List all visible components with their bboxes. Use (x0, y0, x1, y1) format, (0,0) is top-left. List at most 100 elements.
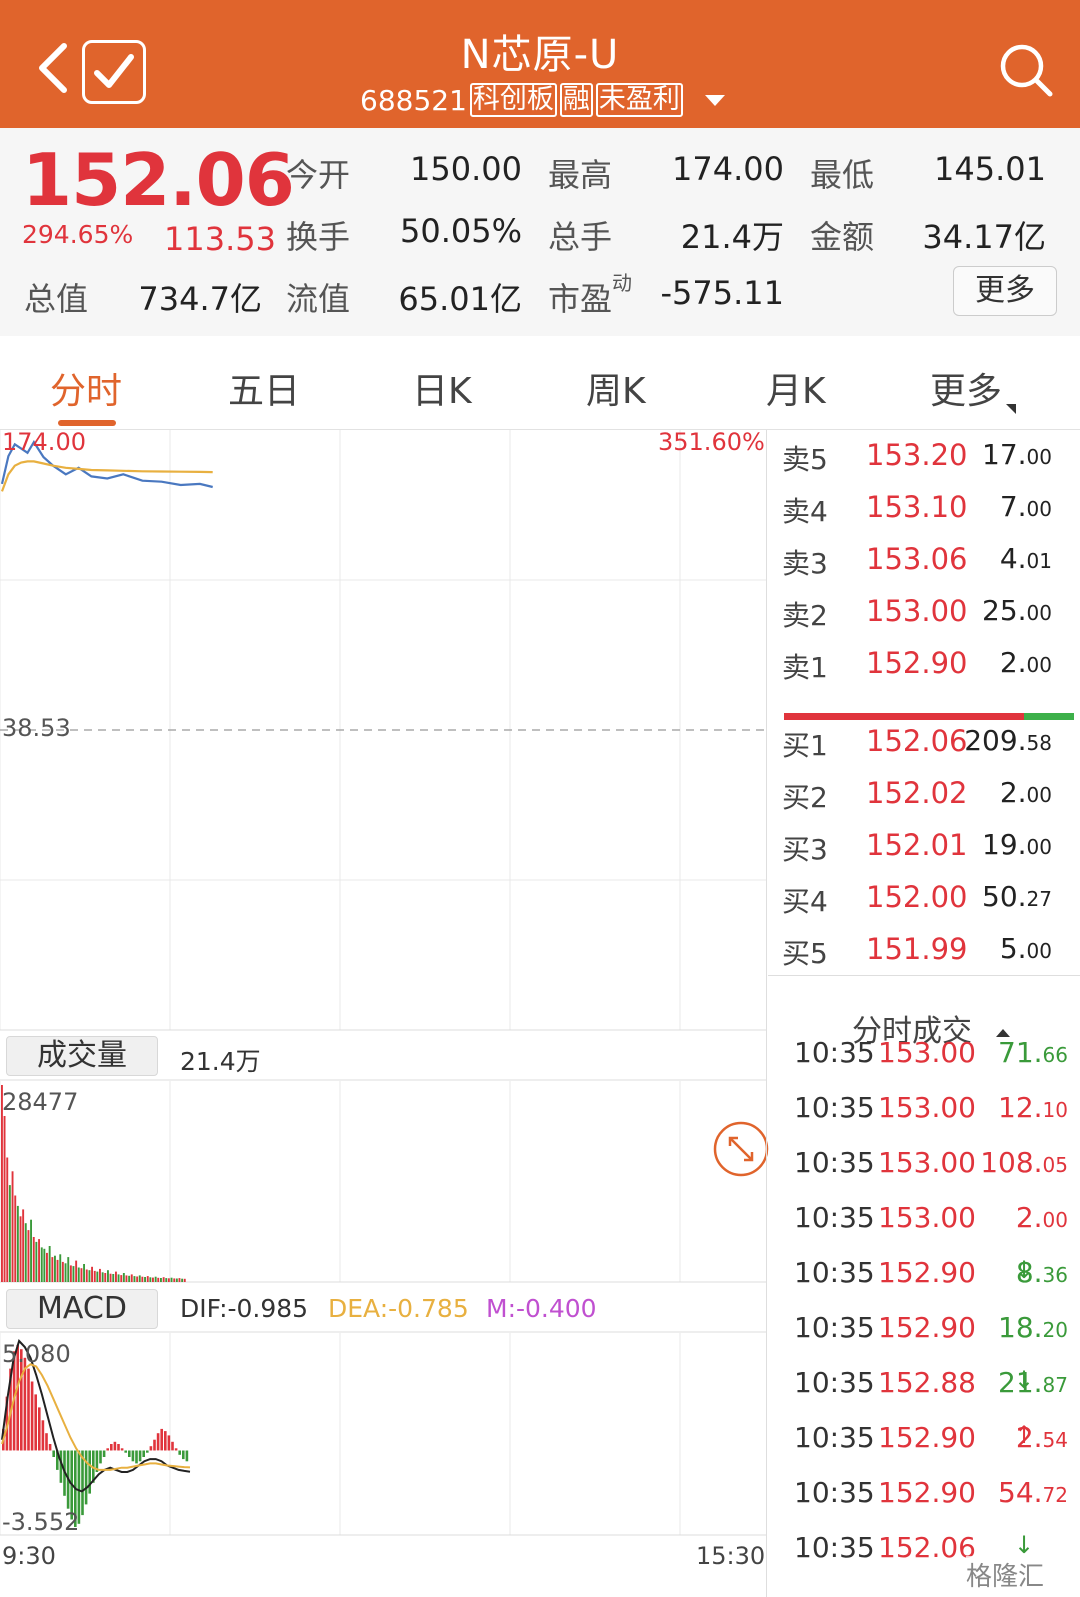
tab-five-day[interactable]: 五日 (228, 362, 300, 414)
volume-total: 21.4万 (180, 1047, 261, 1076)
ask-level-2[interactable]: 卖2 153.00 25.00 (770, 594, 1060, 646)
ask-level-4[interactable]: 卖4 153.10 7.00 (770, 490, 1060, 542)
macd-histogram-bar (99, 1450, 102, 1464)
average-price-line (0, 460, 213, 492)
level-price: 152.01 (866, 828, 968, 862)
volume-bar (75, 1260, 78, 1282)
market-cap-value: 734.7亿 (138, 280, 262, 318)
tick-price: 152.90 (878, 1256, 976, 1289)
level-price: 151.99 (866, 932, 968, 966)
macd-histogram-bar (117, 1444, 120, 1451)
volume-bar (38, 1239, 40, 1282)
tick-volume: 21.87 (998, 1366, 1068, 1399)
tick-price: 152.90 (878, 1421, 976, 1454)
more-quote-button[interactable]: 更多 (953, 266, 1057, 316)
volume-bar (152, 1277, 154, 1282)
badge-star-market: 科创板 (469, 83, 557, 117)
level-price: 152.02 (866, 776, 968, 810)
bid-level-2[interactable]: 买2 152.02 2.00 (770, 776, 1060, 828)
volume-indicator-chip[interactable]: 成交量 (6, 1036, 158, 1076)
tick-price: 153.00 (878, 1201, 976, 1234)
macd-histogram-bar (52, 1450, 55, 1457)
bid-level-1[interactable]: 买1 152.06 209.58 (770, 724, 1060, 776)
macd-histogram-bar (48, 1444, 52, 1451)
pe-value: -575.11 (660, 274, 784, 312)
tick-time: 10:35 (794, 1366, 875, 1399)
volume-bar (115, 1271, 117, 1282)
volume-bar (122, 1273, 125, 1282)
volume-bar (96, 1271, 99, 1282)
stock-name: N芯原-U (460, 32, 620, 78)
macd-dif-label: DIF:-0.985 (180, 1294, 309, 1323)
float-cap-value: 65.01亿 (398, 280, 522, 318)
ask-level-1[interactable]: 卖1 152.90 2.00 (770, 646, 1060, 698)
volume-bar (32, 1237, 35, 1282)
macd-histogram-bar (146, 1450, 149, 1453)
tab-more[interactable]: 更多 (930, 362, 1017, 414)
tab-week-k[interactable]: 周K (586, 362, 646, 414)
tab-intraday[interactable]: 分时 (50, 362, 122, 414)
macd-indicator-chip[interactable]: MACD (6, 1289, 158, 1329)
macd-histogram-bar (34, 1394, 37, 1451)
volume-bar (19, 1216, 22, 1282)
tick-price: 152.90 (878, 1311, 976, 1344)
tab-month-k[interactable]: 月K (766, 362, 826, 414)
volume-bar (117, 1274, 120, 1282)
volume-bar (109, 1273, 112, 1282)
volume-bar (43, 1248, 46, 1282)
volume-bar (157, 1277, 160, 1282)
level-label: 买5 (782, 937, 828, 970)
level-price: 152.06 (866, 724, 968, 758)
dropdown-caret-icon[interactable] (704, 94, 725, 106)
tick-time: 10:35 (794, 1201, 875, 1234)
volume-bar (112, 1274, 115, 1282)
intraday-charts[interactable] (0, 430, 780, 1597)
level-price: 152.90 (866, 646, 968, 680)
tick-price: 153.00 (878, 1146, 976, 1179)
tab-day-k[interactable]: 日K (412, 362, 472, 414)
volume-bar (104, 1273, 107, 1282)
volume-bar (69, 1265, 72, 1282)
ask-level-3[interactable]: 卖3 153.06 4.01 (770, 542, 1060, 594)
level-price: 153.00 (866, 594, 968, 628)
x-end-time: 15:30 (696, 1542, 766, 1570)
float-cap-label: 流值 (286, 280, 351, 318)
app-header: N芯原-U 688521 科创板 融 未盈利 (0, 0, 1080, 128)
tick-arrow-icon: ↓ (1014, 1531, 1035, 1559)
high-label: 最高 (548, 156, 613, 194)
active-tab-underline (58, 420, 116, 426)
search-icon[interactable] (998, 42, 1056, 100)
macd-histogram-bar (27, 1368, 30, 1451)
tick-time: 10:35 (794, 1476, 875, 1509)
amount-value: 34.17亿 (922, 218, 1046, 256)
volume-bar (61, 1261, 64, 1282)
macd-min-label: -3.552 (2, 1508, 80, 1536)
ask-level-5[interactable]: 卖5 153.20 17.00 (770, 438, 1060, 490)
volume-bar (141, 1276, 144, 1282)
macd-m-label: M:-0.400 (486, 1294, 597, 1323)
volume-bar (178, 1278, 181, 1282)
macd-histogram-bar (153, 1439, 156, 1451)
level-price: 153.10 (866, 490, 968, 524)
macd-histogram-bar (142, 1450, 145, 1457)
change-percent: 294.65% (22, 220, 134, 249)
tick-time: 10:35 (794, 1311, 875, 1344)
chart-grid (0, 430, 766, 1536)
volume-bar (48, 1246, 51, 1282)
bid-level-5[interactable]: 买5 151.99 5.00 (770, 932, 1060, 984)
bid-level-4[interactable]: 买4 152.00 50.27 (770, 880, 1060, 932)
tick-price: 152.90 (878, 1476, 976, 1509)
book-ticks-divider (768, 975, 1080, 976)
expand-icon[interactable] (712, 1120, 770, 1182)
level-label: 卖5 (782, 443, 828, 476)
level-price: 153.06 (866, 542, 968, 576)
volume-bar (67, 1257, 70, 1282)
bid-level-3[interactable]: 买3 152.01 19.00 (770, 828, 1060, 880)
level-volume: 7.00 (999, 490, 1052, 523)
volume-bar (101, 1272, 104, 1282)
stock-subtitle[interactable]: 688521 科创板 融 未盈利 (360, 80, 725, 120)
level-volume: 17.00 (982, 438, 1052, 471)
volume-bar (59, 1254, 62, 1282)
more-caret-icon (1006, 404, 1017, 414)
turnover-value: 50.05% (399, 212, 522, 250)
